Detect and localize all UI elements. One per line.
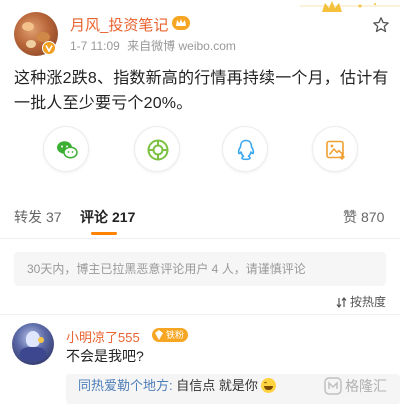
post-text: 这种涨2跌8、指数新高的行情再持续一个月，估计有一批人至少要亏个20%。	[14, 70, 389, 112]
divider	[0, 238, 400, 239]
fan-badge-label: 铁粉	[166, 330, 185, 340]
watermark: 格隆汇	[324, 376, 387, 400]
tab-comment[interactable]: 评论 217	[80, 207, 135, 227]
post-time: 1-7 11:09	[70, 39, 120, 53]
comment-text: 不会是我吧?	[66, 348, 144, 364]
moments-icon	[147, 139, 169, 161]
tab-comment-count: 217	[112, 209, 136, 225]
fan-badge-icon	[155, 330, 163, 340]
vip-crown-icon	[172, 16, 190, 30]
tab-repost[interactable]: 转发 37	[14, 207, 62, 227]
wechat-icon	[57, 141, 78, 159]
author-name[interactable]: 月风_投资笔记	[70, 14, 168, 35]
share-moments-button[interactable]	[134, 126, 180, 172]
qq-icon	[237, 139, 255, 161]
tab-like-label: 赞	[343, 209, 357, 225]
post-meta: 1-7 11:09 来自微博 weibo.com	[70, 37, 236, 54]
fan-badge: 铁粉	[152, 328, 189, 342]
save-image-button[interactable]	[312, 126, 358, 172]
share-qq-button[interactable]	[222, 126, 268, 172]
sort-icon	[336, 297, 347, 308]
post-source: 来自微博 weibo.com	[127, 39, 236, 53]
sort-label: 按热度	[350, 295, 387, 309]
tab-like-count: 870	[361, 209, 385, 225]
tab-repost-count: 37	[46, 209, 62, 225]
tab-like[interactable]: 赞 870	[343, 207, 384, 227]
share-wechat-button[interactable]	[43, 126, 89, 172]
watermark-logo-icon	[324, 377, 342, 395]
commenter-name[interactable]: 小明凉了555	[66, 327, 140, 346]
active-tab-indicator	[91, 232, 117, 235]
laugh-cry-emoji-icon	[260, 378, 276, 393]
verified-v-icon	[42, 41, 56, 55]
divider	[0, 314, 400, 315]
reply-text: 自信点 就是你	[172, 378, 258, 393]
watermark-text: 格隆汇	[345, 378, 387, 394]
sort-by-hot-button[interactable]: 按热度	[336, 293, 386, 310]
tab-repost-label: 转发	[14, 209, 42, 225]
decoration-crown-icon	[300, 1, 400, 12]
save-image-icon	[326, 140, 346, 161]
favorite-star-icon[interactable]	[372, 16, 390, 34]
comment-notice: 30天内，博主已拉黑恶意评论用户 4 人，请谨慎评论	[14, 252, 386, 286]
reply-user[interactable]: 同热爱勒个地方:	[78, 378, 173, 393]
tab-comment-label: 评论	[80, 209, 108, 225]
commenter-avatar[interactable]	[12, 323, 54, 365]
